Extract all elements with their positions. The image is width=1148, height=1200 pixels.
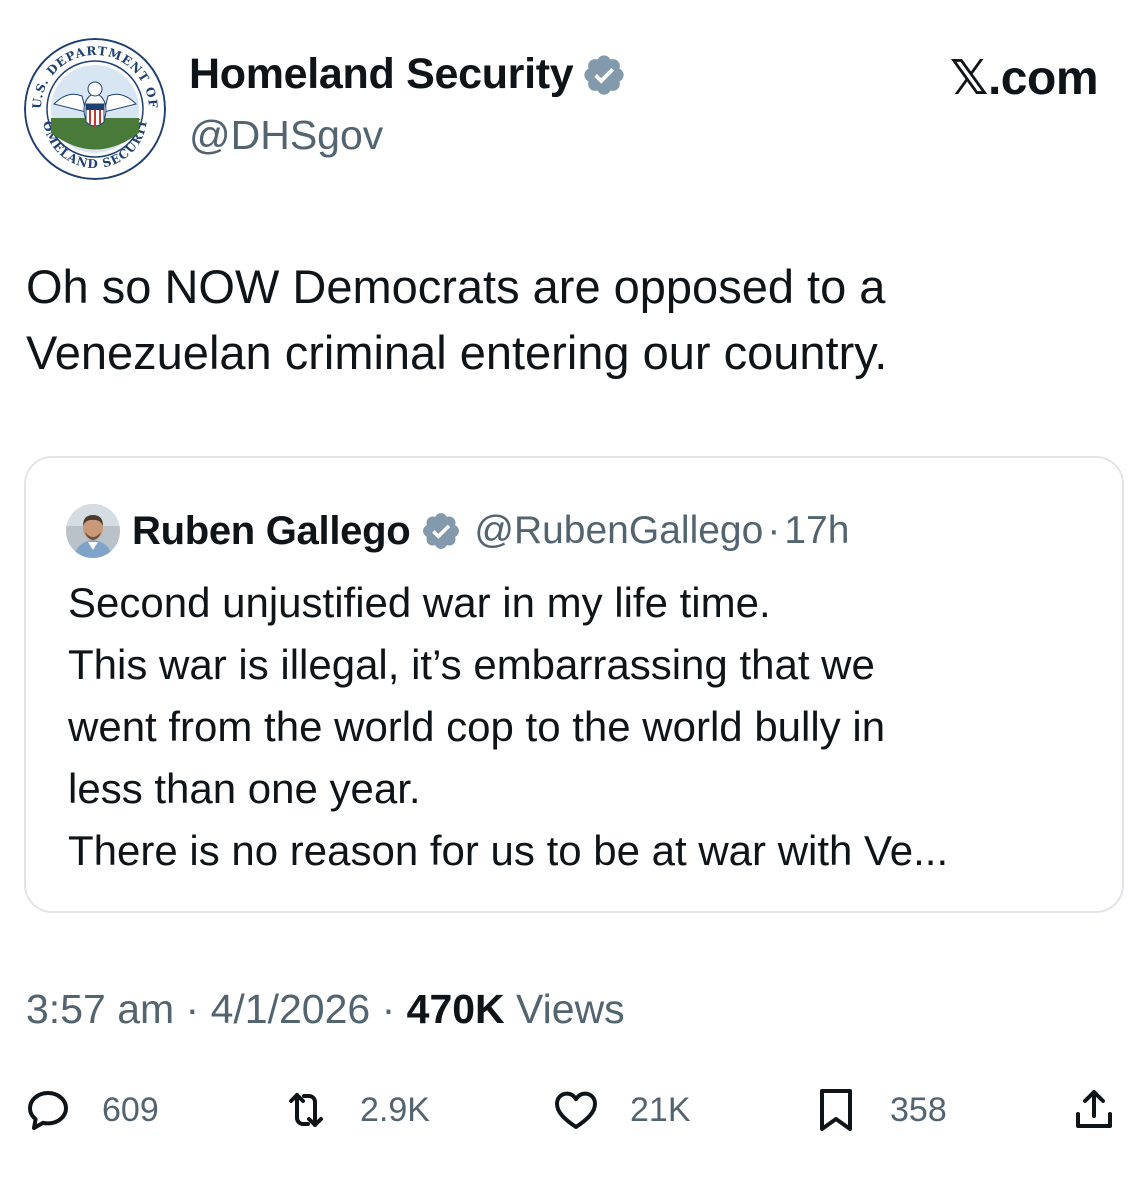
tweet-header: U.S. DEPARTMENT OF HOMELAND SECURITY Hom… (24, 30, 1124, 180)
bookmark-button[interactable]: 358 (812, 1080, 947, 1140)
quoted-text-line: There is no reason for us to be at war w… (68, 827, 949, 874)
repost-button[interactable]: 2.9K (282, 1080, 430, 1140)
quoted-author-name[interactable]: Ruben Gallego (132, 509, 411, 554)
like-count: 21K (630, 1090, 691, 1129)
quoted-text-line: less than one year. (68, 765, 421, 812)
reply-button[interactable]: 609 (24, 1080, 159, 1140)
verified-badge-icon (423, 513, 460, 549)
heart-icon (555, 1091, 597, 1129)
repost-count: 2.9K (360, 1090, 430, 1129)
tweet-text: Oh so NOW Democrats are opposed to a Ven… (26, 254, 1116, 386)
quoted-text-line: Second unjustified war in my life time. (68, 579, 771, 626)
author-name-row: Homeland Security (189, 50, 627, 99)
tweet-date[interactable]: 4/1/2026 (211, 986, 371, 1032)
tweet-time[interactable]: 3:57 am (26, 986, 174, 1032)
separator-dot: · (174, 986, 211, 1032)
person-avatar-icon (66, 504, 120, 558)
bookmark-icon (820, 1089, 852, 1131)
quoted-tweet-header: Ruben Gallego @RubenGallego · 17h (66, 504, 849, 558)
separator-dot: · (767, 509, 781, 552)
repost-icon (289, 1093, 323, 1127)
share-button[interactable] (1070, 1080, 1118, 1140)
quoted-text-line: went from the world cop to the world bul… (68, 703, 886, 750)
verified-badge-icon (584, 54, 625, 95)
tweet-text-line: Oh so NOW Democrats are opposed to a (26, 260, 886, 313)
quoted-text-line: This war is illegal, it’s embarrassing t… (68, 641, 875, 688)
share-icon (1076, 1090, 1112, 1128)
separator-dot: · (370, 986, 407, 1032)
quoted-author-avatar (66, 504, 120, 558)
bookmark-count: 358 (890, 1090, 947, 1129)
action-bar: 609 2.9K 21K 358 (0, 1080, 1148, 1140)
quoted-author-handle[interactable]: @RubenGallego (474, 509, 763, 553)
quoted-timestamp[interactable]: 17h (784, 509, 849, 553)
like-button[interactable]: 21K (552, 1080, 691, 1140)
views-count[interactable]: 470K (407, 986, 505, 1032)
quoted-tweet-text: Second unjustified war in my life time. … (68, 572, 1098, 882)
author-handle[interactable]: @DHSgov (189, 112, 383, 159)
dhs-seal-icon: U.S. DEPARTMENT OF HOMELAND SECURITY (24, 38, 166, 180)
reply-icon (28, 1091, 68, 1130)
x-brand-logo: 𝕏.com (949, 52, 1099, 105)
quoted-tweet-card[interactable]: Ruben Gallego @RubenGallego · 17h Second… (24, 456, 1124, 913)
views-label[interactable]: Views (505, 986, 625, 1032)
reply-count: 609 (102, 1090, 159, 1129)
author-display-name[interactable]: Homeland Security (189, 50, 574, 99)
dhs-seal-avatar[interactable]: U.S. DEPARTMENT OF HOMELAND SECURITY (24, 38, 166, 180)
tweet-text-line: Venezuelan criminal entering our country… (26, 326, 888, 379)
tweet-meta: 3:57 am · 4/1/2026 · 470K Views (26, 986, 625, 1033)
